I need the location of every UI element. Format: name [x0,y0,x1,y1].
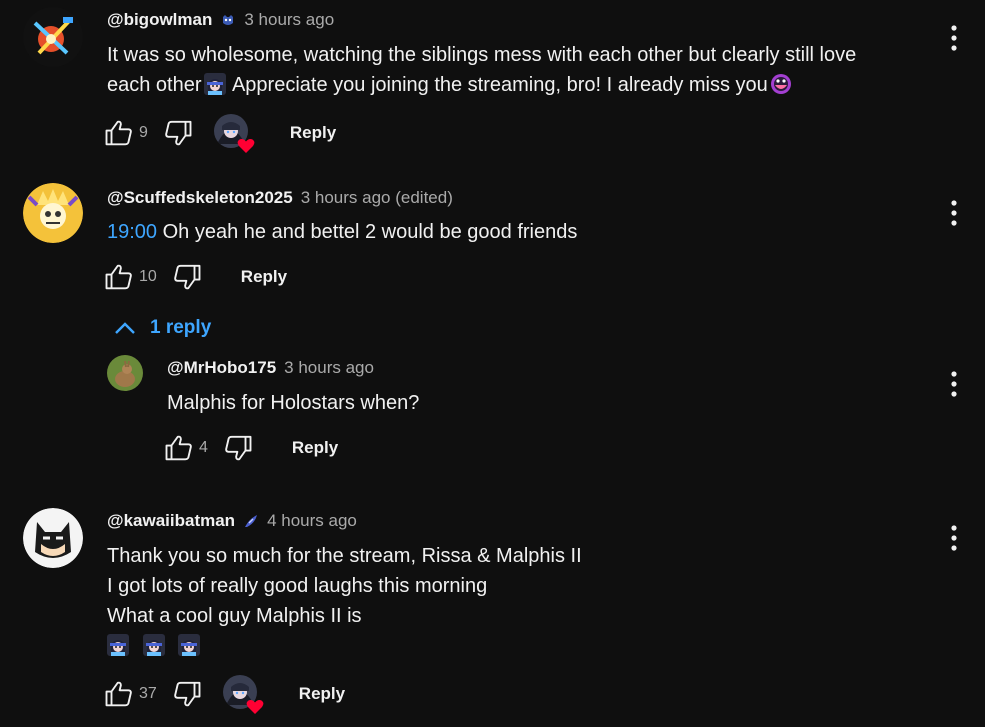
comment-thread: @kawaiibatman 4 hours ago Thank you so m… [0,500,985,727]
reply-comment: @MrHobo175 3 hours ago Malphis for Holos… [0,350,985,490]
avatar[interactable] [107,355,143,391]
like-button[interactable] [103,117,135,149]
like-count: 10 [139,268,157,285]
reply-button[interactable]: Reply [283,676,361,712]
comment-text: Thank you so much for the stream, Rissa … [107,541,582,661]
more-options-button[interactable] [942,364,966,404]
thumbs-down-icon [173,264,201,290]
reply-button[interactable]: Reply [274,115,352,151]
thumbs-up-icon [105,264,132,290]
custom-emoji-icon [203,73,226,95]
member-badge-icon [220,12,236,28]
like-count: 4 [199,439,208,456]
dislike-button[interactable] [171,678,203,710]
more-vert-icon [951,371,957,397]
avatar[interactable] [23,183,83,243]
replies-count: 1 reply [150,317,212,338]
comment-author[interactable]: @MrHobo175 [167,358,276,378]
comment-thread: @bigowlman 3 hours ago It was so wholeso… [0,0,985,170]
creator-heart [213,114,255,153]
like-count: 9 [139,124,148,141]
comment-text: Malphis for Holostars when? [167,392,420,414]
comment-author[interactable]: @bigowlman [107,10,212,30]
member-badge-icon [243,513,259,529]
more-options-button[interactable] [942,18,966,58]
like-button[interactable] [103,261,135,293]
replies-toggle[interactable]: 1 reply [114,313,211,343]
comment-author[interactable]: @Scuffedskeleton2025 [107,188,293,208]
comment-time[interactable]: 4 hours ago [267,511,357,531]
heart-icon [246,700,264,714]
dislike-button[interactable] [222,432,254,464]
custom-emoji-icon [142,634,165,656]
thumbs-down-icon [173,681,201,707]
comment-text: It was so wholesome, watching the siblin… [107,44,857,96]
thumbs-up-icon [105,120,132,146]
more-options-button[interactable] [942,193,966,233]
reply-button[interactable]: Reply [225,259,303,295]
dislike-button[interactable] [171,261,203,293]
heart-icon [237,139,255,153]
avatar[interactable] [23,7,83,67]
custom-emoji-icon [770,73,792,95]
more-vert-icon [951,25,957,51]
custom-emoji-icon [107,634,129,656]
thumbs-up-icon [165,435,192,461]
creator-heart [222,675,264,714]
custom-emoji-icon [178,634,201,656]
more-vert-icon [951,200,957,226]
like-count: 37 [139,685,157,702]
thumbs-up-icon [105,681,132,707]
more-options-button[interactable] [942,518,966,558]
comment-time[interactable]: 3 hours ago (edited) [301,188,453,208]
more-vert-icon [951,525,957,551]
avatar[interactable] [23,508,83,568]
dislike-button[interactable] [162,117,194,149]
like-button[interactable] [163,432,195,464]
reply-button[interactable]: Reply [276,430,354,466]
comment-text: 19:00 Oh yeah he and bettel 2 would be g… [107,221,578,243]
like-button[interactable] [103,678,135,710]
thumbs-down-icon [165,120,192,146]
timestamp-link[interactable]: 19:00 [107,221,157,243]
chevron-up-icon [115,322,135,334]
comment-time[interactable]: 3 hours ago [284,358,374,378]
thumbs-down-icon [225,435,252,461]
comment-author[interactable]: @kawaiibatman [107,511,235,531]
comment-thread: @Scuffedskeleton2025 3 hours ago (edited… [0,170,985,350]
comment-time[interactable]: 3 hours ago [244,10,334,30]
